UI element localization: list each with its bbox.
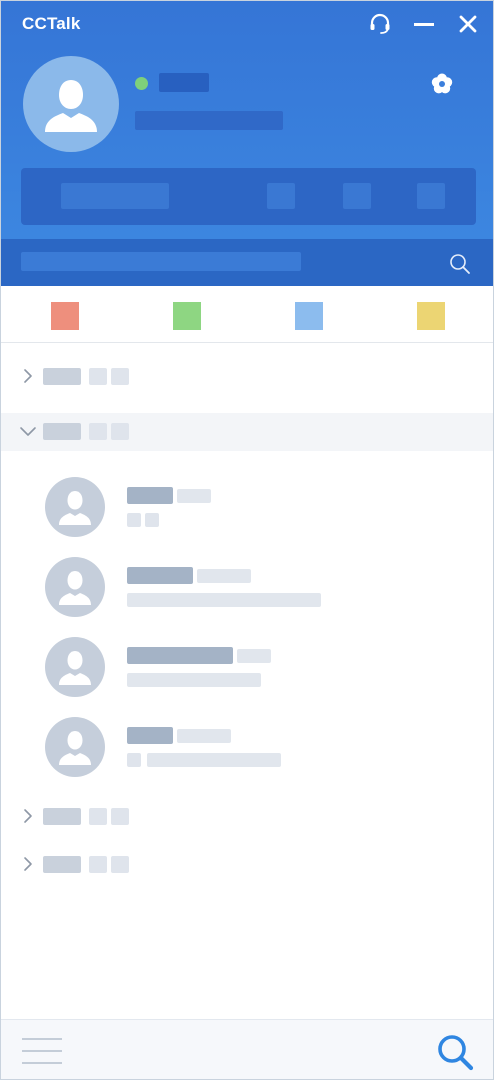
group-count-placeholder <box>111 423 129 440</box>
username-placeholder <box>159 73 209 92</box>
group-name-placeholder <box>43 423 81 440</box>
contact-signature-placeholder <box>127 593 321 607</box>
tab-4[interactable] <box>417 302 445 330</box>
group-count-placeholder <box>111 808 129 825</box>
chevron-right-icon <box>24 369 32 383</box>
group-name-placeholder <box>43 808 81 825</box>
person-icon <box>59 491 91 525</box>
group-name-placeholder <box>43 368 81 385</box>
contact-name-placeholder <box>127 567 193 584</box>
contact-status-placeholder <box>127 753 141 767</box>
contact-avatar <box>45 557 105 617</box>
flower-icon <box>431 73 453 94</box>
person-icon <box>59 571 91 605</box>
group-row-2[interactable] <box>1 413 493 451</box>
group-row-1[interactable] <box>1 358 493 396</box>
contact-item-2[interactable] <box>1 557 493 633</box>
online-status-dot <box>135 77 148 90</box>
contact-tag-placeholder <box>177 729 231 743</box>
category-tabs <box>1 286 493 343</box>
group-count-placeholder <box>89 368 107 385</box>
contact-item-3[interactable] <box>1 637 493 713</box>
tab-1[interactable] <box>51 302 79 330</box>
close-icon <box>459 15 477 33</box>
stats-item-1[interactable] <box>267 183 295 209</box>
contact-item-1[interactable] <box>1 477 493 553</box>
contact-name-placeholder <box>127 487 173 504</box>
user-avatar[interactable] <box>23 56 119 152</box>
tab-3[interactable] <box>295 302 323 330</box>
group-count-placeholder <box>89 856 107 873</box>
minimize-icon <box>414 23 434 26</box>
menu-icon[interactable] <box>22 1036 62 1066</box>
contact-signature-placeholder <box>147 753 281 767</box>
person-icon <box>59 731 91 765</box>
contact-avatar <box>45 717 105 777</box>
stats-label-placeholder[interactable] <box>61 183 169 209</box>
group-count-placeholder <box>89 808 107 825</box>
contact-status-placeholder <box>127 513 141 527</box>
headset-icon <box>370 13 390 34</box>
cctalk-window: CCTalk <box>0 0 494 1080</box>
search-icon[interactable] <box>435 1032 475 1072</box>
search-bar <box>1 239 493 286</box>
contact-tag-placeholder <box>197 569 251 583</box>
search-icon[interactable] <box>448 252 472 276</box>
chevron-right-icon <box>24 857 32 871</box>
contact-signature-placeholder <box>127 673 261 687</box>
signature-placeholder[interactable] <box>135 111 283 130</box>
group-count-placeholder <box>111 856 129 873</box>
stats-item-2[interactable] <box>343 183 371 209</box>
group-name-placeholder <box>43 856 81 873</box>
stats-panel <box>21 168 476 225</box>
app-title: CCTalk <box>22 14 81 33</box>
minimize-button[interactable] <box>411 11 437 37</box>
contact-status-placeholder <box>145 513 159 527</box>
profile-header: CCTalk <box>1 1 493 239</box>
group-row-4[interactable] <box>1 846 493 884</box>
group-row-3[interactable] <box>1 798 493 836</box>
person-icon <box>59 651 91 685</box>
contact-name-placeholder <box>127 727 173 744</box>
contact-avatar <box>45 477 105 537</box>
contact-avatar <box>45 637 105 697</box>
tab-2[interactable] <box>173 302 201 330</box>
headset-button[interactable] <box>367 11 393 37</box>
person-icon <box>45 80 97 132</box>
group-count-placeholder <box>89 423 107 440</box>
contact-tag-placeholder <box>177 489 211 503</box>
close-button[interactable] <box>455 11 481 37</box>
profile-settings-button[interactable] <box>429 71 455 97</box>
contact-item-4[interactable] <box>1 717 493 793</box>
bottom-toolbar <box>1 1019 493 1079</box>
group-count-placeholder <box>111 368 129 385</box>
contact-name-placeholder <box>127 647 233 664</box>
contact-tag-placeholder <box>237 649 271 663</box>
search-input[interactable] <box>21 252 301 271</box>
chevron-right-icon <box>24 809 32 823</box>
stats-item-3[interactable] <box>417 183 445 209</box>
chevron-down-icon <box>20 427 36 436</box>
